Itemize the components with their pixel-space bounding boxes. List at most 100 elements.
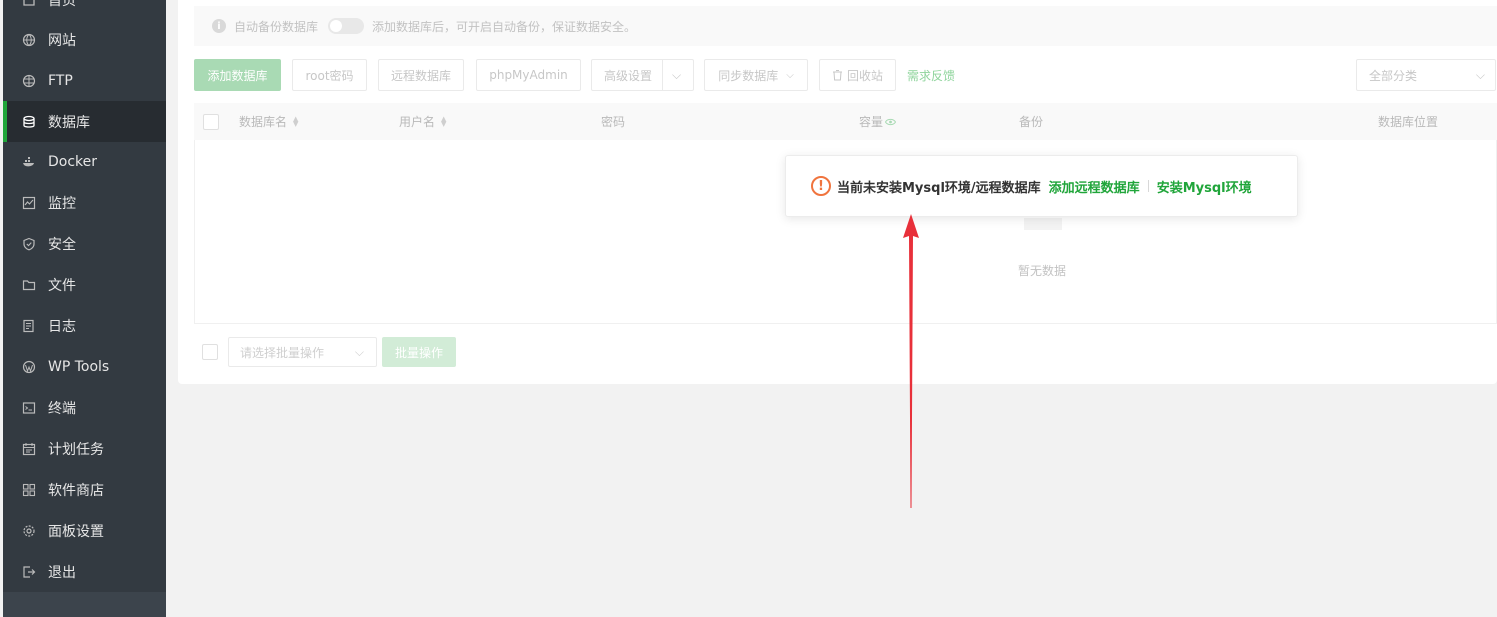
sidebar-item-cron[interactable]: 计划任务 [3,428,166,469]
add-database-button[interactable]: 添加数据库 [194,59,281,91]
batch-operation-button[interactable]: 批量操作 [382,337,456,367]
active-indicator [3,101,7,142]
red-arrow-annotation [903,214,919,508]
root-password-button[interactable]: root密码 [292,59,367,91]
column-password: 密码 [601,103,625,140]
advanced-settings-dropdown[interactable]: ⌵ [662,60,690,90]
column-label: 密码 [601,115,626,129]
sidebar-item-label: 日志 [48,318,76,335]
empty-state-text: 暂无数据 [1018,264,1067,278]
sidebar-item-website[interactable]: 网站 [3,19,166,60]
add-database-label: 添加数据库 [207,68,268,83]
column-label: 数据库名 [239,115,288,129]
install-mysql-link[interactable]: 安装Mysql环境 [1157,177,1252,196]
remote-database-button[interactable]: 远程数据库 [378,59,464,91]
auto-backup-toggle[interactable] [328,18,365,34]
docker-icon [22,155,36,169]
logout-icon [22,565,36,579]
sidebar-item-label: 网站 [48,32,76,49]
sidebar-item-wp-tools[interactable]: WP Tools [3,346,166,387]
sidebar-item-label: 首页 [48,0,76,9]
grid-icon [22,483,36,497]
remote-database-label: 远程数据库 [390,68,451,83]
sidebar-item-security[interactable]: 安全 [3,223,166,264]
advanced-settings-button[interactable]: 高级设置 ⌵ [591,59,694,91]
sync-database-button[interactable]: 同步数据库 ⌵ [704,59,808,91]
sidebar-item-label: 监控 [48,195,76,212]
sidebar-item-terminal[interactable]: 终端 [3,387,166,428]
sidebar-item-label: WP Tools [48,358,110,375]
batch-button-label: 批量操作 [394,345,443,360]
chevron-down-icon: ⌵ [354,344,364,359]
info-icon: i [212,19,226,33]
category-select[interactable]: 全部分类 ⌵ [1356,59,1496,91]
trash-icon [832,69,843,81]
wordpress-icon [22,360,36,374]
monitor-icon [22,196,36,210]
terminal-icon [22,401,36,415]
add-remote-database-link[interactable]: 添加远程数据库 [1049,177,1140,196]
chevron-down-icon: ⌵ [786,69,794,81]
root-password-label: root密码 [305,68,354,83]
batch-operation-select[interactable]: 请选择批量操作 ⌵ [228,337,377,367]
ftp-globe-icon [22,74,36,88]
sidebar-item-logs[interactable]: 日志 [3,305,166,346]
recycle-bin-label: 回收站 [846,68,883,83]
sidebar-item-label: 面板设置 [48,523,104,540]
sidebar-item-label: FTP [48,72,73,89]
sidebar-item-database[interactable]: 数据库 [3,101,166,142]
select-all-checkbox[interactable] [203,113,219,130]
gear-icon [22,524,36,538]
feedback-link[interactable]: 需求反馈 [907,67,955,84]
sidebar-item-panel-settings[interactable]: 面板设置 [3,510,166,551]
column-label: 容量 [859,115,884,129]
column-label: 数据库位置 [1378,115,1439,129]
sync-database-label: 同步数据库 [718,68,779,83]
folder-icon [22,278,36,292]
advanced-settings-label: 高级设置 [604,68,653,83]
sidebar-item-label: 终端 [48,400,76,417]
sidebar-item-label: 计划任务 [48,441,104,458]
sidebar-item-label: 退出 [48,564,76,581]
chevron-down-icon: ⌵ [671,67,682,82]
sidebar-item-home[interactable]: 首页 [3,0,166,20]
sidebar-item-label: Docker [48,153,98,170]
sidebar-item-files[interactable]: 文件 [3,264,166,305]
batch-select-placeholder: 请选择批量操作 [240,345,325,360]
chevron-down-icon: ⌵ [1475,67,1485,82]
column-database-location: 数据库位置 [1378,103,1438,140]
column-label: 备份 [1019,115,1044,129]
phpmyadmin-label: phpMyAdmin [489,68,568,82]
column-backup: 备份 [1019,103,1043,140]
calendar-icon [22,442,36,456]
table-header: 数据库名 ▲ ▼ 用户名 ▲ ▼ 密码 容量 备份 数据库位置 [194,103,1497,140]
sidebar-item-label: 安全 [48,236,76,253]
sidebar-item-docker[interactable]: Docker [3,141,166,182]
mysql-not-installed-popup: ! 当前未安装Mysql环境/远程数据库 添加远程数据库 安装Mysql环境 [785,155,1298,217]
sidebar: 首页 网站 FTP 数据库 Docker 监控 安全 文件 日志 WP Tool… [0,0,166,617]
column-database-name[interactable]: 数据库名 ▲ ▼ [239,103,298,140]
column-capacity: 容量 [859,103,897,140]
sidebar-item-ftp[interactable]: FTP [3,60,166,101]
sort-icon: ▲ ▼ [293,114,299,128]
auto-backup-notice: i 自动备份数据库 添加数据库后，可开启自动备份，保证数据安全。 [194,6,1497,46]
column-username[interactable]: 用户名 ▲ ▼ [399,103,446,140]
category-select-value: 全部分类 [1369,68,1418,83]
eye-icon[interactable] [885,118,897,126]
sidebar-item-logout[interactable]: 退出 [3,551,166,592]
sort-icon: ▲ ▼ [441,114,447,128]
batch-select-checkbox[interactable] [202,344,218,360]
sidebar-item-monitor[interactable]: 监控 [3,182,166,223]
popup-message: 当前未安装Mysql环境/远程数据库 [837,180,1041,196]
sidebar-item-label: 软件商店 [48,482,104,499]
auto-backup-hint: 添加数据库后，可开启自动备份，保证数据安全。 [372,19,637,34]
divider [1147,180,1149,192]
sidebar-item-label: 数据库 [48,114,90,131]
shield-icon [22,237,36,251]
sidebar-item-app-store[interactable]: 软件商店 [3,469,166,510]
globe-icon [22,33,36,47]
recycle-bin-button[interactable]: 回收站 [819,59,896,91]
phpmyadmin-button[interactable]: phpMyAdmin [476,59,581,91]
home-icon [22,0,36,7]
sidebar-item-label: 文件 [48,277,76,294]
